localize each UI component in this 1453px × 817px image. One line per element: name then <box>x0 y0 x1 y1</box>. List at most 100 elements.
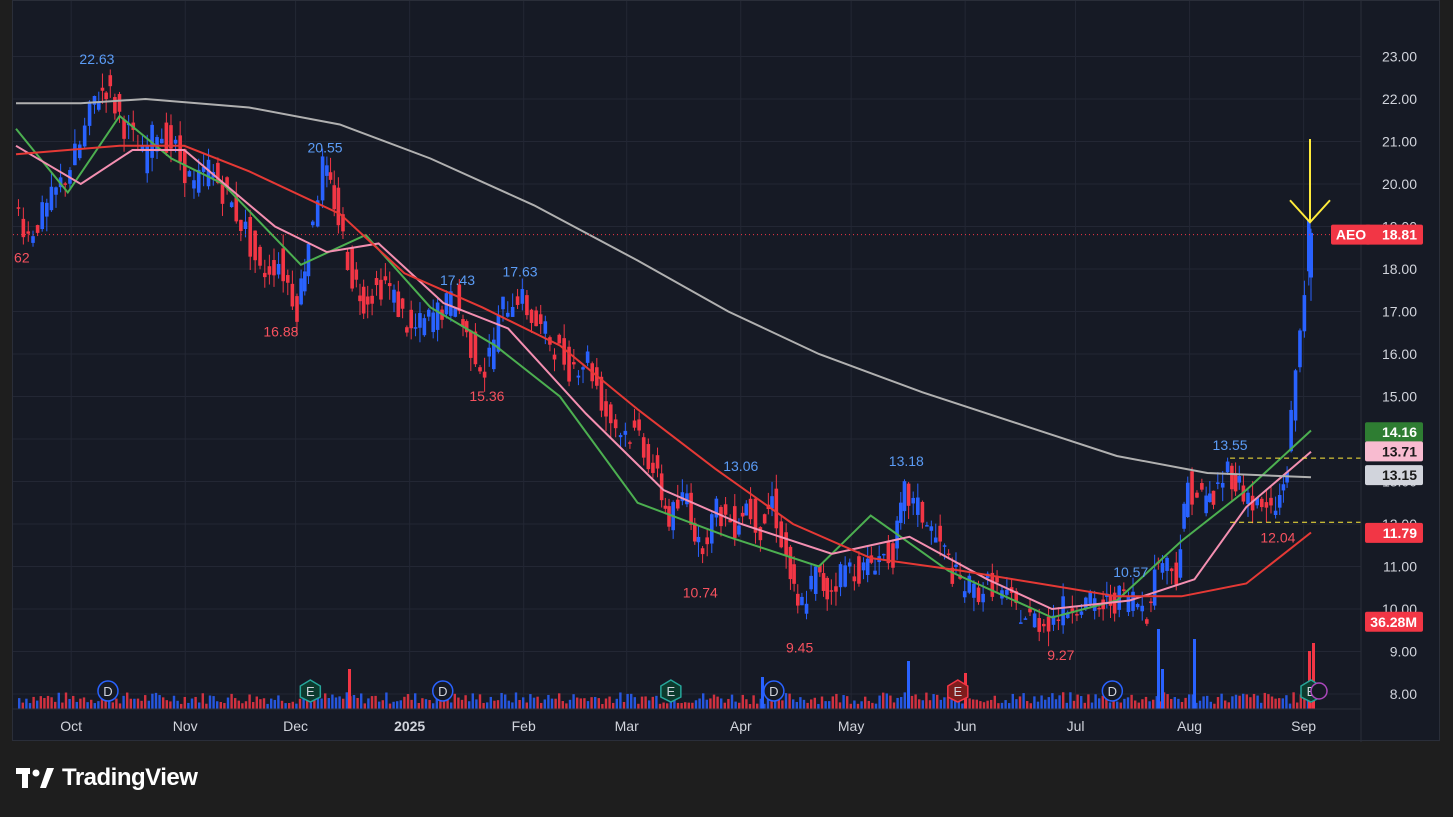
candle-body <box>1185 482 1190 518</box>
candle-body <box>1195 492 1199 498</box>
volume-bar <box>54 701 57 709</box>
volume-bar <box>579 698 582 709</box>
candle-body <box>1230 465 1234 490</box>
volume-bar <box>882 692 885 709</box>
volume-bar <box>896 697 899 709</box>
chart-panel[interactable]: 22.63 8.62 20.55 16.88 17.43 17.63 15.36 13.06 1… <box>2 0 1441 742</box>
volume-bar <box>687 702 690 709</box>
volume-bar <box>756 703 759 709</box>
candle-body <box>1233 473 1238 492</box>
candle-body <box>229 202 234 208</box>
volume-bar <box>806 702 809 709</box>
candle-body <box>1174 562 1179 585</box>
volume-bar <box>1054 699 1058 709</box>
candle-body <box>267 266 272 275</box>
volume-bar <box>1094 694 1097 709</box>
candle-body <box>354 269 359 280</box>
volume-bar <box>813 697 816 709</box>
candle-body <box>613 419 618 429</box>
volume-bar <box>75 701 78 709</box>
volume-bar <box>968 698 971 709</box>
candle-body <box>1273 510 1278 516</box>
volume-bar <box>432 703 435 709</box>
candle-body <box>100 87 105 91</box>
event-marker-letter: E <box>306 684 315 699</box>
event-marker-dividend[interactable]: D <box>1101 680 1124 702</box>
volume-bar <box>295 703 298 709</box>
price-tag-label: 11.79 <box>1383 525 1417 541</box>
volume-bar <box>1008 703 1011 709</box>
volume-bar <box>248 694 251 709</box>
candle-body <box>258 246 262 266</box>
volume-bar <box>651 696 654 709</box>
candle-body <box>192 180 196 189</box>
volume-bar <box>748 703 752 709</box>
volume-bar <box>486 702 489 709</box>
volume-bar <box>1198 700 1202 709</box>
volume-bar <box>529 694 532 709</box>
candle-body <box>392 289 396 303</box>
volume-bar <box>334 697 338 709</box>
candle-body <box>723 504 728 515</box>
candle-body <box>1264 502 1269 508</box>
candle-body <box>857 556 861 584</box>
volume-bar <box>1252 693 1256 709</box>
event-marker-letter: D <box>1108 684 1117 699</box>
candle-body <box>173 139 178 144</box>
volume-bar <box>111 702 114 709</box>
candle-body <box>1032 613 1037 628</box>
volume-bar <box>288 703 291 709</box>
price-chart[interactable]: 22.63 8.62 20.55 16.88 17.43 17.63 15.36 13.06 1… <box>2 1 1441 742</box>
volume-bar <box>428 700 431 709</box>
volume-bar <box>1018 696 1022 709</box>
candle-body <box>1126 596 1131 613</box>
price-annotation: 13.18 <box>889 453 924 469</box>
volume-bar <box>799 697 802 709</box>
candle-body <box>482 371 487 378</box>
volume-bar <box>727 698 730 709</box>
volume-bar <box>1285 695 1288 709</box>
candle-body <box>976 587 981 603</box>
volume-bar <box>594 696 597 709</box>
candle-body <box>1145 619 1149 624</box>
candle-body <box>981 593 985 603</box>
volume-bar <box>900 697 903 709</box>
volume-bar <box>1292 692 1295 709</box>
event-marker-dividend[interactable]: D <box>432 680 454 702</box>
time-axis[interactable]: Oct Nov Dec 2025 Feb Mar Apr May Jun Jul Aug Sep <box>13 708 1361 734</box>
time-axis-tick: 2025 <box>394 718 425 734</box>
volume-bar <box>738 702 741 709</box>
volume-bar <box>590 697 593 709</box>
volume-bar <box>396 701 399 709</box>
candle-body <box>1140 605 1145 612</box>
candle-body <box>632 420 637 428</box>
price-axis-tick: 16.00 <box>1382 346 1417 362</box>
volume-bar <box>169 701 172 709</box>
volume-bar <box>39 696 42 709</box>
volume-bar <box>345 692 348 709</box>
volume-bar <box>540 702 543 709</box>
volume-bar <box>1173 697 1176 709</box>
volume-bar <box>536 696 539 709</box>
volume-bar <box>662 702 665 709</box>
candle-body <box>800 596 804 606</box>
price-tag-last: 18.81 <box>1365 224 1423 245</box>
event-marker-earnings[interactable]: E <box>660 679 682 703</box>
volume-bar <box>1040 695 1043 709</box>
event-marker-letter: D <box>769 684 778 699</box>
event-marker-dividend[interactable]: D <box>763 680 785 702</box>
event-marker-dividend[interactable]: D <box>97 680 119 702</box>
price-annotation: 8.62 <box>13 250 30 266</box>
volume-bar <box>1202 696 1205 709</box>
volume-bar <box>201 693 204 709</box>
price-tag-label: 14.16 <box>1382 424 1417 440</box>
price-annotation: 22.63 <box>79 51 114 67</box>
event-marker-earnings[interactable]: E <box>299 679 322 703</box>
split-icon[interactable] <box>1310 682 1328 700</box>
volume-bar <box>424 699 428 709</box>
volume-bar <box>1231 696 1234 709</box>
volume-bar <box>50 697 53 709</box>
volume-bar <box>421 698 424 709</box>
volume-bar <box>892 702 896 709</box>
volume-bar <box>885 693 888 709</box>
